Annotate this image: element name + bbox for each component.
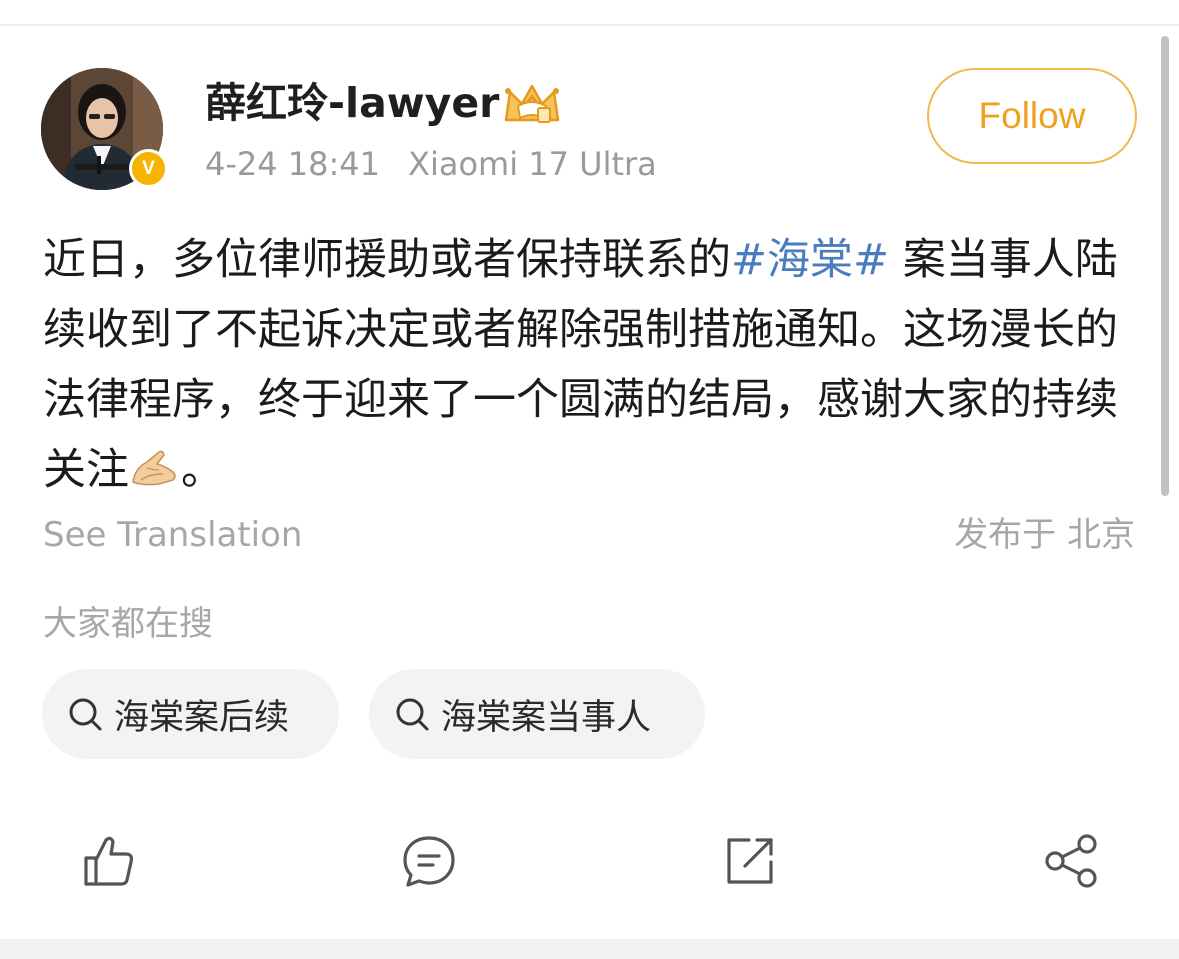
search-icon <box>69 698 102 731</box>
share-button[interactable] <box>1042 832 1100 890</box>
comment-icon <box>403 836 455 887</box>
top-divider <box>0 24 1179 26</box>
post-content: 近日，多位律师援助或者保持联系的#海棠# 案当事人陆续收到了不起诉决定或者解除强… <box>43 225 1153 505</box>
search-chip[interactable]: 海棠案后续 <box>42 669 339 759</box>
post-text-end: 。 <box>181 445 224 495</box>
post-location: 发布于 北京 <box>954 515 1135 555</box>
bottom-divider <box>0 939 1179 959</box>
see-translation-link[interactable]: See Translation <box>43 512 302 558</box>
share-icon <box>1045 834 1097 888</box>
comment-button[interactable] <box>400 832 458 890</box>
repost-button[interactable] <box>721 832 779 890</box>
search-chip-label: 海棠案后续 <box>114 697 290 738</box>
post-device: Xiaomi 17 Ultra <box>408 145 657 183</box>
pinched-hands-emoji-icon <box>132 450 176 486</box>
search-chip-label: 海棠案当事人 <box>441 697 652 738</box>
repost-icon <box>727 838 773 884</box>
follow-button[interactable]: Follow <box>927 68 1137 164</box>
trending-search-heading: 大家都在搜 <box>43 604 213 644</box>
username[interactable]: 薛红玲-lawyer <box>205 76 499 130</box>
scrollbar[interactable] <box>1161 36 1169 496</box>
search-icon <box>396 698 429 731</box>
post-text-part1: 近日，多位律师援助或者保持联系的 <box>43 235 731 285</box>
like-button[interactable] <box>80 832 138 890</box>
member-crown-icon <box>504 84 560 123</box>
weibo-post-page: V 薛红玲-lawyer 4-24 18:41 Xiaomi 17 Ultra F… <box>0 0 1179 959</box>
post-meta: 4-24 18:41 Xiaomi 17 Ultra <box>205 142 657 186</box>
verified-badge-icon: V <box>129 149 168 188</box>
hashtag-link[interactable]: #海棠# <box>731 235 889 285</box>
thumbs-up-icon <box>84 836 134 886</box>
post-timestamp: 4-24 18:41 <box>205 145 381 183</box>
search-chip[interactable]: 海棠案当事人 <box>369 669 705 759</box>
